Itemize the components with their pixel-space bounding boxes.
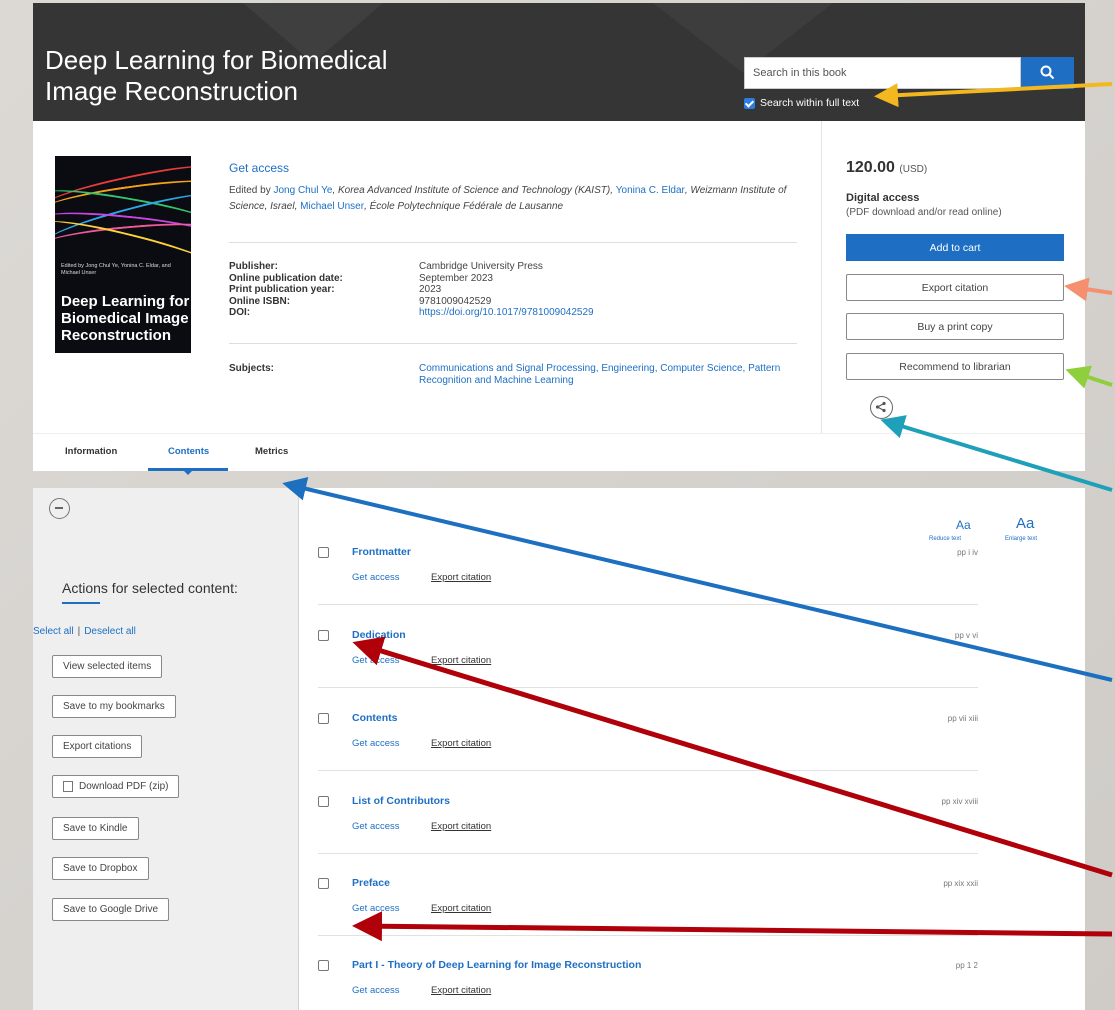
share-icon bbox=[875, 401, 886, 413]
export-citation-link[interactable]: Export citation bbox=[431, 572, 491, 583]
purchase-sidebar: 120.00 (USD) Digital access (PDF downloa… bbox=[821, 121, 1086, 433]
subjects-links[interactable]: Communications and Signal Processing, En… bbox=[419, 363, 804, 387]
item-title-link[interactable]: Preface bbox=[352, 877, 390, 889]
page-title: Deep Learning for Biomedical Image Recon… bbox=[45, 45, 388, 106]
screenshot-frame: Deep Learning for Biomedical Image Recon… bbox=[0, 0, 1115, 1010]
export-citation-link[interactable]: Export citation bbox=[431, 985, 491, 996]
tab-bar: Information Contents Metrics bbox=[33, 433, 1085, 475]
price: 120.00 (USD) bbox=[846, 159, 928, 176]
save-to-kindle-button[interactable]: Save to Kindle bbox=[52, 817, 139, 840]
export-citation-link[interactable]: Export citation bbox=[431, 821, 491, 832]
item-title-link[interactable]: List of Contributors bbox=[352, 795, 450, 807]
book-info-panel: Edited by Jong Chul Ye, Yonina C. Eldar,… bbox=[33, 121, 1085, 433]
book-cover: Edited by Jong Chul Ye, Yonina C. Eldar,… bbox=[55, 156, 191, 353]
tab-contents[interactable]: Contents bbox=[168, 446, 209, 457]
search-input[interactable]: Search in this book bbox=[744, 57, 1021, 89]
page-range: pp v vi bbox=[954, 631, 978, 640]
save-to-bookmarks-button[interactable]: Save to my bookmarks bbox=[52, 695, 176, 718]
book-header: Deep Learning for Biomedical Image Recon… bbox=[33, 3, 1085, 121]
select-all-link[interactable]: Select all bbox=[33, 626, 74, 637]
share-button[interactable] bbox=[870, 396, 893, 419]
item-title-link[interactable]: Dedication bbox=[352, 629, 406, 641]
collapse-panel-button[interactable] bbox=[49, 498, 70, 519]
add-to-cart-button[interactable]: Add to cart bbox=[846, 234, 1064, 261]
list-item: Contents Get access Export citation pp v… bbox=[318, 712, 978, 783]
list-item: Preface Get access Export citation pp xi… bbox=[318, 877, 978, 948]
item-title-link[interactable]: Contents bbox=[352, 712, 398, 724]
item-title-link[interactable]: Part I - Theory of Deep Learning for Ima… bbox=[352, 959, 641, 971]
item-checkbox[interactable] bbox=[318, 878, 329, 889]
download-pdf-zip-button[interactable]: Download PDF (zip) bbox=[52, 775, 180, 798]
editor-link[interactable]: Yonina C. Eldar bbox=[616, 185, 685, 196]
view-selected-items-button[interactable]: View selected items bbox=[52, 655, 163, 678]
page-range: pp vii xiii bbox=[947, 714, 978, 723]
item-checkbox[interactable] bbox=[318, 960, 329, 971]
export-citation-link[interactable]: Export citation bbox=[431, 903, 491, 914]
list-item: Part I - Theory of Deep Learning for Ima… bbox=[318, 959, 978, 1010]
search-icon bbox=[1040, 65, 1055, 80]
list-item: List of Contributors Get access Export c… bbox=[318, 795, 978, 866]
contents-list: Aa Aa Reduce text Enlarge text Frontmatt… bbox=[299, 488, 1085, 1010]
page-range: pp xix xxii bbox=[943, 879, 978, 888]
actions-title: Actions for selected content: bbox=[62, 580, 238, 596]
reduce-text-button[interactable]: Aa bbox=[956, 518, 971, 532]
item-title-link[interactable]: Frontmatter bbox=[352, 546, 411, 558]
item-checkbox[interactable] bbox=[318, 630, 329, 641]
cover-title: Deep Learning for Biomedical Image Recon… bbox=[61, 293, 190, 344]
divider bbox=[229, 343, 797, 344]
enlarge-text-button[interactable]: Aa bbox=[1016, 515, 1034, 532]
editor-link[interactable]: Michael Unser bbox=[300, 201, 364, 212]
buy-print-copy-button[interactable]: Buy a print copy bbox=[846, 313, 1064, 340]
get-access-link[interactable]: Get access bbox=[229, 161, 289, 175]
export-citation-button[interactable]: Export citation bbox=[846, 274, 1064, 301]
page-range: pp 1 2 bbox=[955, 961, 978, 970]
save-to-dropbox-button[interactable]: Save to Dropbox bbox=[52, 857, 149, 880]
save-to-google-drive-button[interactable]: Save to Google Drive bbox=[52, 898, 170, 921]
page-range: pp xiv xviii bbox=[941, 797, 978, 806]
get-access-link[interactable]: Get access bbox=[352, 738, 400, 749]
doi-link[interactable]: https://doi.org/10.1017/9781009042529 bbox=[419, 307, 799, 319]
editors: Edited by Jong Chul Ye, Korea Advanced I… bbox=[229, 185, 787, 212]
divider bbox=[229, 242, 797, 243]
select-controls: Select all | Deselect all bbox=[33, 626, 136, 637]
get-access-link[interactable]: Get access bbox=[352, 572, 400, 583]
item-checkbox[interactable] bbox=[318, 796, 329, 807]
fulltext-checkbox[interactable] bbox=[744, 97, 755, 109]
search-fulltext-option[interactable]: Search within full text bbox=[744, 97, 859, 109]
editor-link[interactable]: Jong Chul Ye bbox=[273, 185, 332, 196]
tab-metrics[interactable]: Metrics bbox=[255, 446, 288, 457]
recommend-to-librarian-button[interactable]: Recommend to librarian bbox=[846, 353, 1064, 380]
item-checkbox[interactable] bbox=[318, 713, 329, 724]
deselect-all-link[interactable]: Deselect all bbox=[84, 626, 136, 637]
page-range: pp i iv bbox=[957, 548, 978, 557]
get-access-link[interactable]: Get access bbox=[352, 821, 400, 832]
get-access-link[interactable]: Get access bbox=[352, 903, 400, 914]
list-item: Frontmatter Get access Export citation p… bbox=[318, 546, 978, 617]
tab-information[interactable]: Information bbox=[65, 446, 117, 457]
actions-panel: Actions for selected content: Select all… bbox=[33, 488, 298, 1010]
export-citations-button[interactable]: Export citations bbox=[52, 735, 143, 758]
list-item: Dedication Get access Export citation pp… bbox=[318, 629, 978, 700]
pdf-icon bbox=[63, 781, 73, 792]
get-access-link[interactable]: Get access bbox=[352, 985, 400, 996]
export-citation-link[interactable]: Export citation bbox=[431, 738, 491, 749]
export-citation-link[interactable]: Export citation bbox=[431, 655, 491, 666]
item-checkbox[interactable] bbox=[318, 547, 329, 558]
search-button[interactable] bbox=[1021, 57, 1074, 89]
get-access-link[interactable]: Get access bbox=[352, 655, 400, 666]
cover-editors: Edited by Jong Chul Ye, Yonina C. Eldar,… bbox=[61, 263, 171, 276]
